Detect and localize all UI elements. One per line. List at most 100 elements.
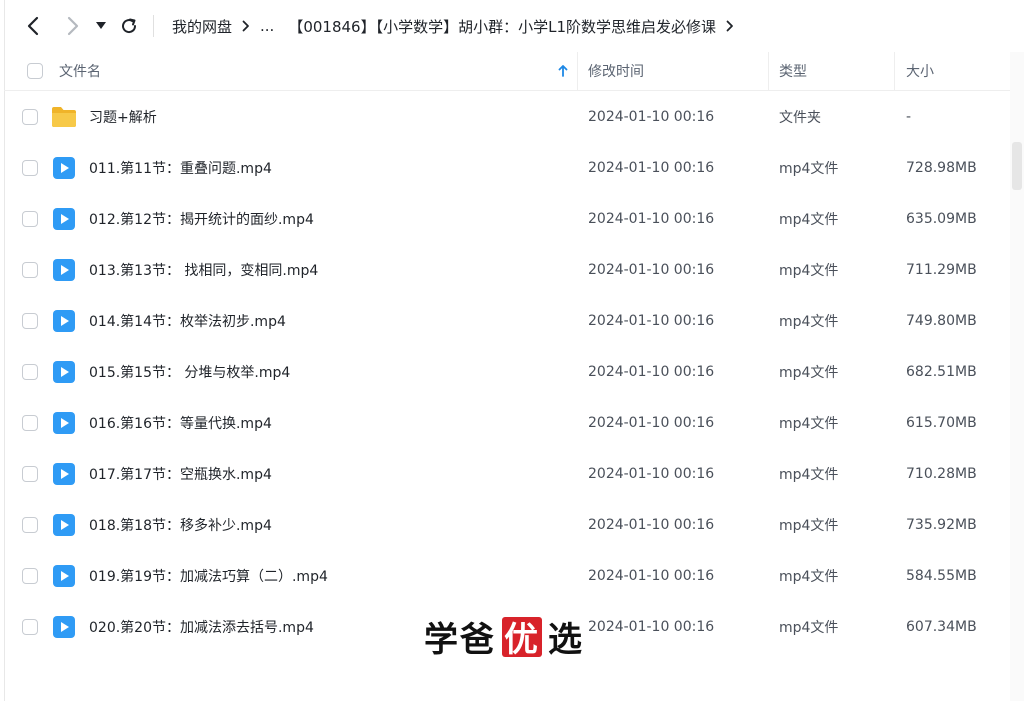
file-size: 735.92MB	[906, 516, 977, 533]
row-checkbox[interactable]	[22, 295, 38, 346]
select-all-checkbox[interactable]	[27, 52, 43, 90]
file-size: -	[906, 108, 912, 125]
file-modified: 2024-01-10 00:16	[588, 567, 715, 584]
row-checkbox[interactable]	[22, 601, 38, 652]
checkbox-box	[22, 414, 38, 431]
video-file-icon	[53, 142, 75, 193]
file-name[interactable]: 018.第18节：移多补少.mp4	[89, 499, 272, 550]
video-file-icon	[53, 550, 75, 601]
refresh-icon	[122, 18, 137, 34]
file-row[interactable]: 013.第13节： 找相同，变相同.mp4 2024-01-10 00:16 m…	[4, 244, 1010, 295]
checkbox-box	[22, 618, 38, 635]
file-size: 749.80MB	[906, 312, 977, 329]
file-modified: 2024-01-10 00:16	[588, 312, 715, 329]
file-row[interactable]: 015.第15节： 分堆与枚举.mp4 2024-01-10 00:16 mp4…	[4, 346, 1010, 397]
row-checkbox[interactable]	[22, 499, 38, 550]
row-checkbox[interactable]	[22, 91, 38, 142]
file-row[interactable]: 019.第19节：加减法巧算（二）.mp4 2024-01-10 00:16 m…	[4, 550, 1010, 601]
file-type: mp4文件	[779, 313, 839, 330]
scrollbar-thumb[interactable]	[1012, 142, 1022, 190]
column-header-size[interactable]: 大小	[906, 52, 934, 90]
file-name[interactable]: 014.第14节：枚举法初步.mp4	[89, 295, 286, 346]
column-header-modified[interactable]: 修改时间	[588, 52, 644, 90]
breadcrumb-item-current[interactable]: 【001846】【小学数学】胡小群：小学L1阶数学思维启发必修课	[288, 16, 716, 37]
file-size: 615.70MB	[906, 414, 977, 431]
file-size: 607.34MB	[906, 618, 977, 635]
row-checkbox[interactable]	[22, 193, 38, 244]
file-size: 635.09MB	[906, 210, 977, 227]
checkbox-box	[22, 210, 38, 227]
file-row[interactable]: 012.第12节：揭开统计的面纱.mp4 2024-01-10 00:16 mp…	[4, 193, 1010, 244]
file-size: 711.29MB	[906, 261, 977, 278]
checkbox-box	[22, 261, 38, 278]
file-modified: 2024-01-10 00:16	[588, 108, 715, 125]
file-name[interactable]: 013.第13节： 找相同，变相同.mp4	[89, 244, 318, 295]
file-type: mp4文件	[779, 211, 839, 228]
file-row[interactable]: 习题+解析 2024-01-10 00:16 文件夹 -	[4, 91, 1010, 142]
file-row[interactable]: 016.第16节：等量代换.mp4 2024-01-10 00:16 mp4文件…	[4, 397, 1010, 448]
checkbox-box	[22, 567, 38, 584]
file-row[interactable]: 018.第18节：移多补少.mp4 2024-01-10 00:16 mp4文件…	[4, 499, 1010, 550]
file-list: 习题+解析 2024-01-10 00:16 文件夹 - 011.第11节：重叠…	[4, 91, 1010, 652]
row-checkbox[interactable]	[22, 550, 38, 601]
watermark-char-badge: 优	[502, 616, 542, 660]
toolbar-divider	[153, 15, 154, 37]
file-list-header: 文件名 修改时间 类型 大小	[4, 52, 1010, 91]
video-file-icon	[53, 346, 75, 397]
file-name[interactable]: 016.第16节：等量代换.mp4	[89, 397, 272, 448]
caret-down-icon	[96, 22, 106, 29]
file-type: 文件夹	[779, 109, 821, 126]
forward-button[interactable]	[57, 10, 89, 42]
video-file-icon	[53, 499, 75, 550]
watermark-logo: 学 爸 优 选	[424, 612, 584, 661]
file-name[interactable]: 020.第20节：加减法添去括号.mp4	[89, 601, 314, 652]
history-dropdown-button[interactable]	[91, 10, 111, 42]
watermark-char: 学	[424, 620, 460, 660]
column-header-type[interactable]: 类型	[779, 52, 807, 90]
row-checkbox[interactable]	[22, 397, 38, 448]
video-file-icon	[53, 448, 75, 499]
file-modified: 2024-01-10 00:16	[588, 414, 715, 431]
file-type: mp4文件	[779, 568, 839, 585]
file-type: mp4文件	[779, 415, 839, 432]
checkbox-box	[22, 159, 38, 176]
video-file-icon	[53, 601, 75, 652]
video-file-icon	[53, 397, 75, 448]
toolbar: 我的网盘 ... 【001846】【小学数学】胡小群：小学L1阶数学思维启发必修…	[0, 0, 1024, 52]
file-modified: 2024-01-10 00:16	[588, 159, 715, 176]
folder-icon	[51, 91, 77, 142]
file-row[interactable]: 014.第14节：枚举法初步.mp4 2024-01-10 00:16 mp4文…	[4, 295, 1010, 346]
back-button[interactable]	[17, 10, 49, 42]
row-checkbox[interactable]	[22, 448, 38, 499]
row-checkbox[interactable]	[22, 244, 38, 295]
file-size: 584.55MB	[906, 567, 977, 584]
file-modified: 2024-01-10 00:16	[588, 210, 715, 227]
checkbox-box	[22, 108, 38, 125]
file-row[interactable]: 011.第11节：重叠问题.mp4 2024-01-10 00:16 mp4文件…	[4, 142, 1010, 193]
column-divider	[768, 52, 769, 90]
file-name[interactable]: 019.第19节：加减法巧算（二）.mp4	[89, 550, 328, 601]
file-name[interactable]: 015.第15节： 分堆与枚举.mp4	[89, 346, 290, 397]
breadcrumb-item-ellipsis[interactable]: ...	[260, 17, 274, 35]
video-file-icon	[53, 295, 75, 346]
file-modified: 2024-01-10 00:16	[588, 261, 715, 278]
file-name[interactable]: 习题+解析	[89, 91, 157, 142]
file-modified: 2024-01-10 00:16	[588, 618, 715, 635]
breadcrumb: 我的网盘 ... 【001846】【小学数学】胡小群：小学L1阶数学思维启发必修…	[172, 16, 744, 37]
chevron-right-icon	[67, 16, 79, 36]
row-checkbox[interactable]	[22, 142, 38, 193]
file-modified: 2024-01-10 00:16	[588, 465, 715, 482]
file-name[interactable]: 011.第11节：重叠问题.mp4	[89, 142, 272, 193]
checkbox-box	[22, 312, 38, 329]
row-checkbox[interactable]	[22, 346, 38, 397]
breadcrumb-item-root[interactable]: 我的网盘	[172, 16, 232, 37]
file-row[interactable]: 017.第17节：空瓶换水.mp4 2024-01-10 00:16 mp4文件…	[4, 448, 1010, 499]
checkbox-box	[22, 465, 38, 482]
sort-ascending-icon[interactable]	[558, 52, 568, 90]
refresh-button[interactable]	[113, 10, 145, 42]
watermark-char: 爸	[460, 620, 496, 660]
file-name[interactable]: 017.第17节：空瓶换水.mp4	[89, 448, 272, 499]
file-modified: 2024-01-10 00:16	[588, 516, 715, 533]
file-name[interactable]: 012.第12节：揭开统计的面纱.mp4	[89, 193, 314, 244]
column-header-name[interactable]: 文件名	[59, 52, 101, 90]
